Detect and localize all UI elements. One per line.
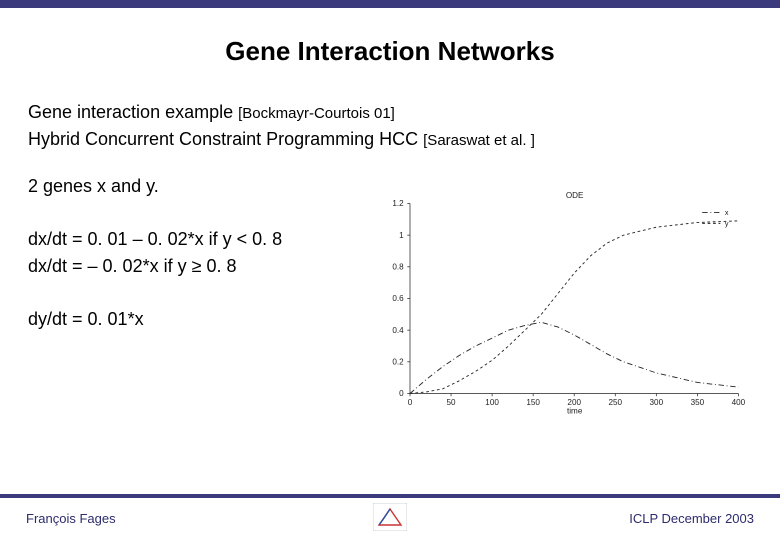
svg-text:0: 0 — [399, 389, 404, 398]
genes-line: 2 genes x and y. — [28, 173, 368, 200]
svg-text:300: 300 — [650, 398, 664, 407]
body: Gene interaction example [Bockmayr-Court… — [0, 67, 780, 433]
svg-text:time: time — [567, 406, 583, 415]
svg-text:0.4: 0.4 — [392, 326, 404, 335]
svg-text:1: 1 — [399, 231, 404, 240]
svg-text:400: 400 — [732, 398, 746, 407]
eq-dx1: dx/dt = 0. 01 – 0. 02*x if y < 0. 8 — [28, 226, 368, 253]
svg-text:150: 150 — [526, 398, 540, 407]
svg-text:100: 100 — [485, 398, 499, 407]
svg-text:0.8: 0.8 — [392, 263, 404, 272]
footer-right: ICLP December 2003 — [629, 511, 754, 526]
footer-rule — [0, 494, 780, 498]
footer-left: François Fages — [26, 511, 116, 526]
intro-line1: Gene interaction example [Bockmayr-Court… — [28, 99, 752, 126]
svg-text:350: 350 — [691, 398, 705, 407]
svg-text:250: 250 — [608, 398, 622, 407]
chart: 00.20.40.60.811.2 0501001502002503003504… — [372, 173, 752, 433]
svg-text:0: 0 — [408, 398, 413, 407]
svg-text:1.2: 1.2 — [392, 199, 404, 208]
footer-logo — [373, 503, 407, 534]
equations: 2 genes x and y. dx/dt = 0. 01 – 0. 02*x… — [28, 173, 368, 433]
svg-text:x: x — [725, 208, 729, 217]
intro-line2: Hybrid Concurrent Constraint Programming… — [28, 126, 752, 153]
eq-dy: dy/dt = 0. 01*x — [28, 306, 368, 333]
slide-title: Gene Interaction Networks — [0, 36, 780, 67]
svg-text:y: y — [725, 219, 729, 228]
svg-text:ODE: ODE — [566, 191, 584, 200]
eq-dx2: dx/dt = – 0. 02*x if y ≥ 0. 8 — [28, 253, 368, 280]
top-bar — [0, 0, 780, 8]
svg-text:50: 50 — [447, 398, 457, 407]
svg-text:0.2: 0.2 — [392, 358, 404, 367]
svg-text:0.6: 0.6 — [392, 294, 404, 303]
